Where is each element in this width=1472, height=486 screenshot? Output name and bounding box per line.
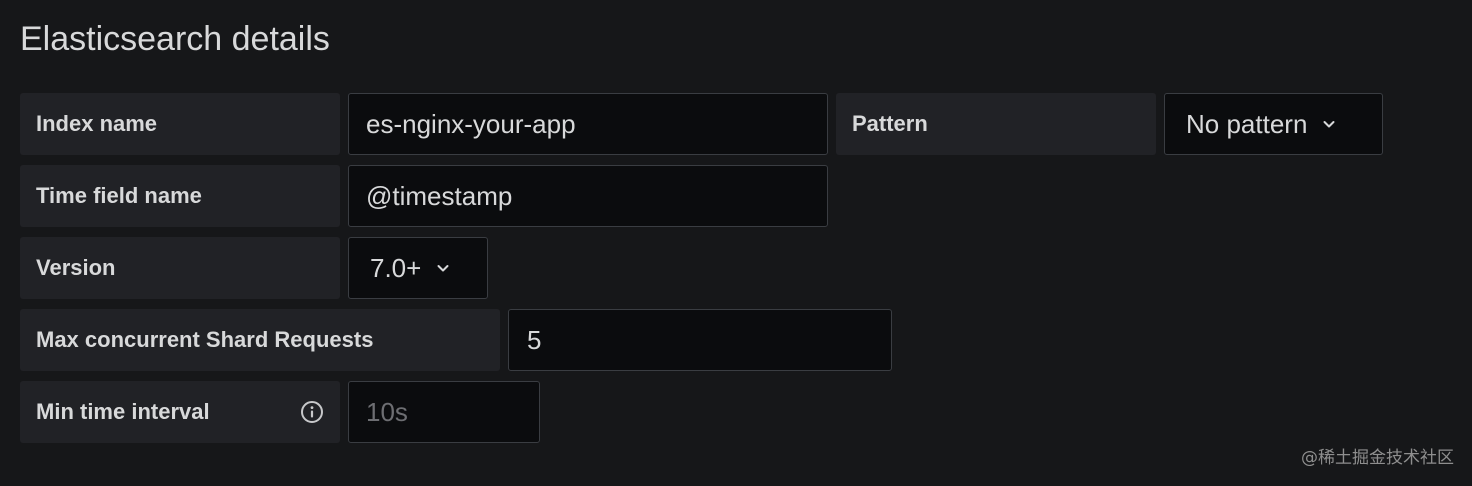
index-name-input[interactable]: es-nginx-your-app	[348, 93, 828, 155]
min-time-interval-placeholder: 10s	[366, 396, 408, 427]
time-field-name-input[interactable]: @timestamp	[348, 165, 828, 227]
time-field-name-value: @timestamp	[366, 180, 513, 211]
version-label-text: Version	[36, 255, 116, 280]
pattern-label-text: Pattern	[852, 111, 928, 136]
info-circle-icon[interactable]	[300, 400, 324, 424]
index-name-label: Index name	[20, 93, 340, 155]
time-field-name-label-text: Time field name	[36, 183, 202, 208]
pattern-label: Pattern	[836, 93, 1156, 155]
pattern-select[interactable]: No pattern	[1164, 93, 1383, 155]
version-select[interactable]: 7.0+	[348, 237, 488, 299]
min-time-interval-input[interactable]: 10s	[348, 381, 540, 443]
min-time-interval-label: Min time interval	[20, 381, 340, 443]
section-title: Elasticsearch details	[20, 20, 330, 58]
max-shard-requests-input[interactable]: 5	[508, 309, 892, 371]
time-field-name-label: Time field name	[20, 165, 340, 227]
min-time-interval-label-text: Min time interval	[36, 399, 210, 424]
max-shard-requests-label-text: Max concurrent Shard Requests	[36, 327, 374, 352]
chevron-down-icon	[435, 260, 451, 276]
pattern-select-value: No pattern	[1186, 108, 1308, 139]
watermark-text: @稀土掘金技术社区	[1301, 448, 1454, 468]
elasticsearch-details-panel: Elasticsearch details Index name es-ngin…	[0, 0, 1472, 486]
index-name-label-text: Index name	[36, 111, 158, 136]
max-shard-requests-value: 5	[527, 324, 542, 355]
max-shard-requests-label: Max concurrent Shard Requests	[20, 309, 500, 371]
version-select-value: 7.0+	[370, 252, 422, 283]
index-name-value: es-nginx-your-app	[366, 108, 576, 139]
chevron-down-icon	[1321, 116, 1337, 132]
version-label: Version	[20, 237, 340, 299]
